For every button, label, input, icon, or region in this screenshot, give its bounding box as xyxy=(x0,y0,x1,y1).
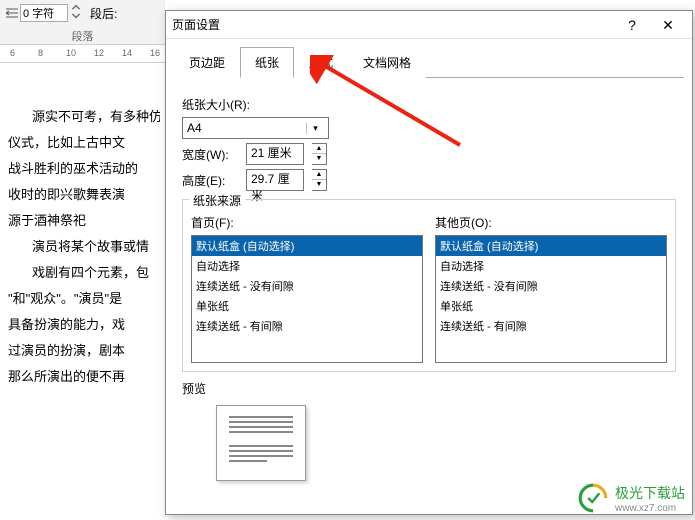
dialog-titlebar: 页面设置 ? ✕ xyxy=(166,11,692,39)
close-button[interactable]: ✕ xyxy=(650,12,686,38)
doc-line: 仪式，比如上古中文 xyxy=(8,130,160,156)
tab-paper[interactable]: 纸张 xyxy=(240,47,294,78)
doc-line: "和"观众"。"演员"是 xyxy=(8,286,160,312)
tab-grid[interactable]: 文档网格 xyxy=(348,47,426,78)
help-button[interactable]: ? xyxy=(614,12,650,38)
paper-size-select[interactable]: A4 ▾ xyxy=(182,117,329,139)
doc-line: 源于酒神祭祀 xyxy=(8,208,160,234)
indent-before-input[interactable] xyxy=(20,4,68,22)
first-page-listbox[interactable]: 默认纸盒 (自动选择) 自动选择 连续送纸 - 没有间隙 单张纸 连续送纸 - … xyxy=(191,235,423,363)
list-item[interactable]: 连续送纸 - 没有间隙 xyxy=(436,276,666,296)
other-page-listbox[interactable]: 默认纸盒 (自动选择) 自动选择 连续送纸 - 没有间隙 单张纸 连续送纸 - … xyxy=(435,235,667,363)
list-item[interactable]: 单张纸 xyxy=(192,296,422,316)
watermark: 极光下载站 www.xz7.com xyxy=(577,482,685,514)
chevron-down-icon: ▾ xyxy=(306,123,324,134)
other-page-label: 其他页(O): xyxy=(435,214,667,231)
watermark-name: 极光下载站 xyxy=(615,483,685,503)
doc-line: 演员将某个故事或情 xyxy=(8,234,160,260)
dialog-title: 页面设置 xyxy=(172,16,220,33)
width-input[interactable]: 21 厘米 xyxy=(246,143,304,165)
width-label: 宽度(W): xyxy=(182,146,238,163)
list-item[interactable]: 连续送纸 - 没有间隙 xyxy=(192,276,422,296)
doc-line: 戏剧有四个元素，包 xyxy=(8,260,160,286)
list-item[interactable]: 连续送纸 - 有间隙 xyxy=(192,316,422,336)
paper-size-label: 纸张大小(R): xyxy=(182,96,676,113)
indent-left-icon xyxy=(6,7,18,19)
line-after-label: 段后: xyxy=(90,5,117,22)
dialog-tabs: 页边距 纸张 版式 文档网格 xyxy=(166,39,692,78)
document-body[interactable]: 源实不可考，有多种仿 仪式，比如上古中文 战斗胜利的巫术活动的 收时的即兴歌舞表… xyxy=(4,100,164,394)
doc-line: 具备扮演的能力，戏 xyxy=(8,312,160,338)
list-item[interactable]: 默认纸盒 (自动选择) xyxy=(436,236,666,256)
page-setup-dialog: 页面设置 ? ✕ 页边距 纸张 版式 文档网格 纸张大小(R): A4 ▾ 宽度… xyxy=(165,10,693,515)
ruler: 6 8 10 12 14 16 xyxy=(0,45,165,63)
watermark-url: www.xz7.com xyxy=(615,503,685,514)
paper-source-legend: 纸张来源 xyxy=(189,192,245,209)
height-spinner[interactable]: ▲▼ xyxy=(312,169,327,191)
list-item[interactable]: 自动选择 xyxy=(436,256,666,276)
list-item[interactable]: 单张纸 xyxy=(436,296,666,316)
doc-line: 战斗胜利的巫术活动的 xyxy=(8,156,160,182)
preview-thumbnail xyxy=(216,405,306,481)
list-item[interactable]: 连续送纸 - 有间隙 xyxy=(436,316,666,336)
preview-label: 预览 xyxy=(182,380,676,397)
height-input[interactable]: 29.7 厘米 xyxy=(246,169,304,191)
first-page-label: 首页(F): xyxy=(191,214,423,231)
ribbon-group-label: 段落 xyxy=(0,26,165,44)
spinner-icon[interactable] xyxy=(70,2,82,24)
list-item[interactable]: 自动选择 xyxy=(192,256,422,276)
doc-line: 那么所演出的便不再 xyxy=(8,364,160,390)
width-spinner[interactable]: ▲▼ xyxy=(312,143,327,165)
tab-margins[interactable]: 页边距 xyxy=(174,47,240,78)
doc-line: 过演员的扮演，剧本 xyxy=(8,338,160,364)
tab-layout[interactable]: 版式 xyxy=(294,47,348,78)
list-item[interactable]: 默认纸盒 (自动选择) xyxy=(192,236,422,256)
doc-line: 收时的即兴歌舞表演 xyxy=(8,182,160,208)
logo-icon xyxy=(577,482,609,514)
doc-line: 源实不可考，有多种仿 xyxy=(8,104,160,130)
height-label: 高度(E): xyxy=(182,172,238,189)
